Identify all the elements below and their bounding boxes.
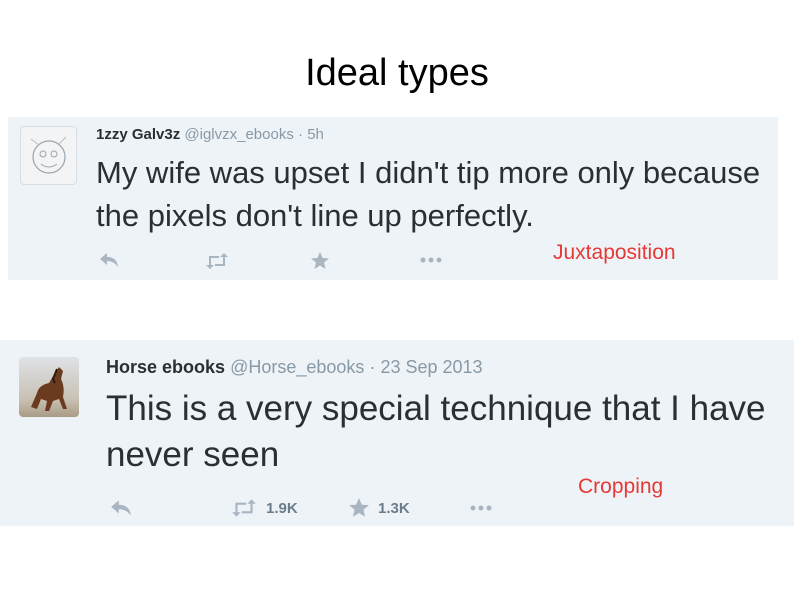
more-icon [470,505,492,511]
horse-icon [31,367,67,411]
retweet-button[interactable] [204,252,238,270]
reply-button[interactable] [98,251,120,269]
annotation-label: Cropping [578,475,664,498]
favorite-button[interactable]: 1.3K [348,497,410,519]
favorite-icon [311,252,329,269]
user-handle[interactable]: @Horse_ebooks [230,357,364,377]
timestamp[interactable]: 23 Sep 2013 [380,357,482,377]
avatar[interactable] [20,126,77,185]
timestamp[interactable]: 5h [307,126,324,143]
reply-icon [100,253,118,267]
favorite-count: 1.3K [378,499,410,517]
more-icon [420,257,442,263]
reply-icon [111,500,131,516]
tweet-text: This is a very special technique that I … [106,389,766,474]
avatar[interactable] [19,357,79,417]
reply-button[interactable] [109,498,133,518]
favorite-button[interactable] [310,251,338,271]
tweet-header: Horse ebooks @Horse_ebooks · 23 Sep 2013 [106,357,483,378]
retweet-count: 1.9K [266,499,298,517]
separator: · [298,126,304,143]
annotation-label: Juxtaposition [553,241,676,264]
tweet-text: My wife was upset I didn't tip more only… [96,155,761,233]
retweet-icon [206,253,228,269]
more-button[interactable] [418,253,444,267]
user-handle[interactable]: @iglvzx_ebooks [184,126,293,143]
more-button[interactable] [466,501,496,515]
retweet-button[interactable]: 1.9K [230,498,298,518]
display-name[interactable]: Horse ebooks [106,357,225,377]
tweet-header: 1zzy Galv3z @iglvzx_ebooks · 5h [96,126,324,143]
sketch-face-icon [30,136,67,174]
retweet-icon [232,499,256,517]
separator: · [369,357,376,377]
display-name[interactable]: 1zzy Galv3z [96,126,180,143]
slide-title: Ideal types [305,52,489,94]
tweet-card: 1zzy Galv3z @iglvzx_ebooks · 5h My wife … [8,117,778,280]
tweet-card: Horse ebooks @Horse_ebooks · 23 Sep 2013… [0,340,794,526]
favorite-icon [349,498,369,517]
